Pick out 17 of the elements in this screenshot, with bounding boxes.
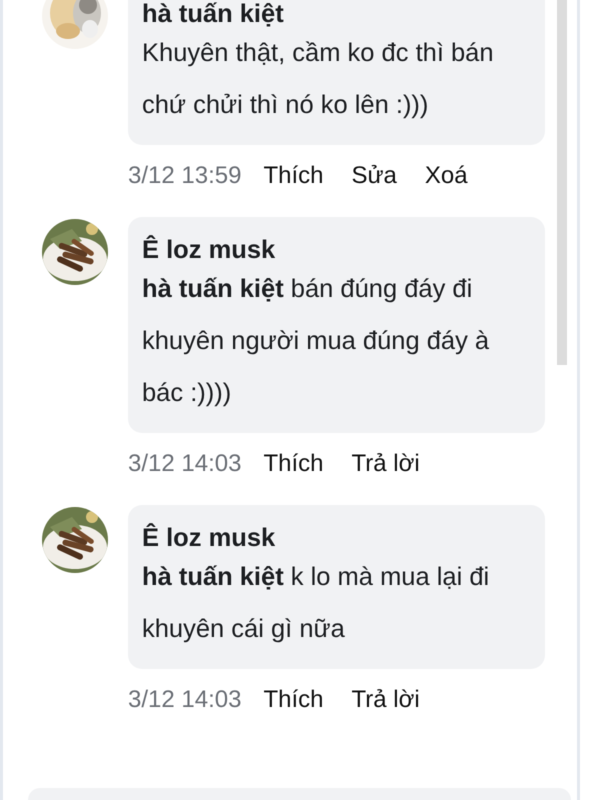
timestamp: 3/12 13:59 — [128, 162, 242, 190]
action-link[interactable]: Thích — [263, 162, 324, 190]
action-link[interactable]: Sửa — [351, 162, 397, 190]
timestamp: 3/12 14:03 — [128, 686, 242, 714]
author-name[interactable]: Ê loz musk — [142, 521, 531, 555]
action-link[interactable]: Xoá — [424, 162, 468, 190]
timestamp: 3/12 14:03 — [128, 450, 242, 478]
comment-text: Khuyên thật, cầm ko đc thì bán chứ chửi thì nó ko lên :))) — [142, 38, 495, 121]
comment-text: hà tuấn kiệt bán đúng đáy đi khuyên người mua đúng đáy à bác :)))) — [142, 274, 490, 409]
action-link[interactable]: Thích — [263, 686, 324, 714]
action-link[interactable]: Trả lời — [351, 686, 420, 714]
scrollbar-thumb[interactable] — [557, 0, 567, 365]
action-link[interactable]: Trả lời — [351, 450, 420, 478]
action-link[interactable]: Thích — [263, 450, 324, 478]
comment-text: hà tuấn kiệt k lo mà mua lại đi khuyên cái gì nữa — [142, 562, 490, 645]
author-name[interactable]: hà tuấn kiệt — [142, 0, 531, 31]
author-name[interactable]: Ê loz musk — [142, 233, 531, 267]
